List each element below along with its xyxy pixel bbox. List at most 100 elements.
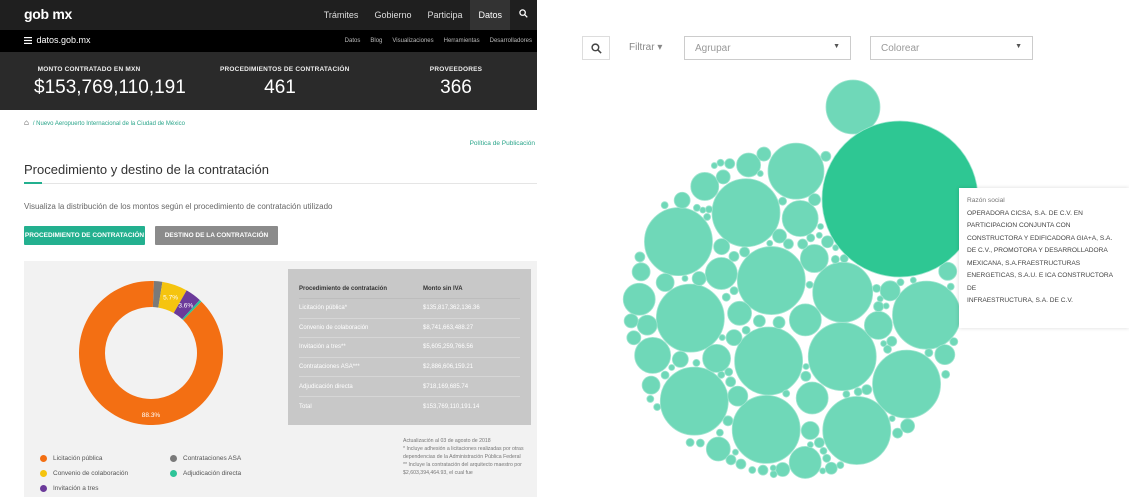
legend-item[interactable]: Licitación pública (40, 455, 103, 462)
subnav-desarrolladores[interactable]: Desarrolladores (485, 38, 537, 44)
nav-tramites[interactable]: Trámites (316, 0, 367, 30)
supplier-bubble[interactable] (721, 292, 731, 302)
supplier-bubble[interactable] (888, 415, 896, 422)
supplier-bubble[interactable] (949, 337, 959, 346)
supplier-bubble[interactable] (876, 295, 884, 303)
supplier-bubble[interactable] (732, 448, 739, 456)
filter-dropdown[interactable]: Filtrar ▾ (629, 42, 662, 53)
supplier-bubble[interactable] (693, 203, 701, 212)
supplier-bubble[interactable] (622, 282, 656, 316)
supplier-bubble[interactable] (716, 158, 725, 167)
supplier-bubble[interactable] (853, 387, 863, 397)
nav-participa[interactable]: Participa (419, 0, 470, 30)
hamburger-icon[interactable] (24, 35, 37, 45)
supplier-bubble[interactable] (756, 146, 772, 162)
supplier-bubble[interactable] (788, 446, 822, 479)
supplier-bubble[interactable] (802, 363, 810, 370)
subnav-visualizaciones[interactable]: Visualizaciones (387, 38, 438, 44)
supplier-bubble[interactable] (713, 238, 731, 255)
supplier-bubble[interactable] (727, 300, 752, 326)
nav-datos[interactable]: Datos (470, 0, 510, 30)
supplier-bubble[interactable] (731, 395, 801, 464)
legend-item[interactable]: Contrataciones ASA (170, 455, 241, 462)
supplier-bubble[interactable] (623, 313, 639, 329)
subnav-herramientas[interactable]: Herramientas (439, 38, 485, 44)
supplier-bubble[interactable] (735, 458, 747, 470)
supplier-bubble[interactable] (795, 381, 829, 415)
supplier-bubble[interactable] (824, 461, 838, 475)
supplier-bubble[interactable] (699, 206, 707, 214)
supplier-bubble[interactable] (946, 282, 955, 291)
supplier-bubble[interactable] (830, 254, 840, 264)
supplier-bubble[interactable] (782, 389, 791, 398)
supplier-bubble[interactable] (800, 421, 820, 440)
supplier-bubble[interactable] (725, 329, 743, 347)
supplier-bubble[interactable] (800, 370, 812, 382)
supplier-bubble[interactable] (644, 207, 713, 277)
supplier-bubble[interactable] (636, 314, 658, 336)
supplier-bubble[interactable] (924, 348, 934, 358)
supplier-bubble[interactable] (873, 301, 884, 312)
supplier-bubble[interactable] (748, 466, 757, 474)
supplier-bubble[interactable] (641, 375, 661, 395)
legend-item[interactable]: Convenio de colaboración (40, 470, 128, 477)
supplier-bubble[interactable] (704, 257, 738, 290)
nav-gobierno[interactable]: Gobierno (366, 0, 419, 30)
supplier-bubble[interactable] (660, 370, 670, 380)
supplier-bubble[interactable] (808, 193, 821, 207)
supplier-bubble[interactable] (757, 464, 769, 476)
supplier-bubble[interactable] (671, 350, 689, 368)
supplier-bubble[interactable] (727, 385, 749, 407)
supplier-bubble[interactable] (900, 418, 916, 434)
supplier-bubble[interactable] (692, 358, 701, 367)
supplier-bubble[interactable] (822, 396, 892, 465)
supplier-bubble[interactable] (934, 344, 956, 366)
supplier-bubble[interactable] (728, 250, 740, 262)
supplier-bubble[interactable] (722, 415, 734, 427)
supplier-bubble[interactable] (872, 284, 881, 293)
supplier-bubble[interactable] (806, 233, 816, 243)
datos-brand[interactable]: datos.gob.mx (24, 35, 91, 45)
supplier-bubble[interactable] (892, 427, 903, 439)
supplier-bubble[interactable] (896, 278, 905, 287)
supplier-bubble[interactable] (718, 334, 726, 341)
supplier-bubble[interactable] (681, 275, 689, 282)
supplier-bubble[interactable] (766, 239, 774, 247)
supplier-bubble[interactable] (836, 461, 845, 470)
supplier-bubble[interactable] (872, 349, 941, 419)
supplier-bubble[interactable] (819, 447, 828, 455)
procedimiento-button[interactable]: PROCEDIMIENTO DE CONTRATACIÓN (24, 226, 145, 245)
supplier-bubble[interactable] (705, 205, 713, 214)
supplier-bubble[interactable] (703, 213, 711, 221)
supplier-bubble[interactable] (702, 343, 731, 373)
breadcrumb-link[interactable]: / Nuevo Aeropuerto Internacional de la C… (33, 121, 185, 127)
group-select[interactable]: Agrupar ▼ (684, 36, 851, 60)
supplier-bubble[interactable] (783, 238, 794, 250)
supplier-bubble[interactable] (756, 170, 764, 177)
supplier-bubble[interactable] (655, 283, 725, 353)
supplier-bubble[interactable] (812, 261, 874, 323)
supplier-bubble[interactable] (646, 395, 655, 403)
supplier-bubble[interactable] (734, 326, 804, 396)
supplier-bubble[interactable] (668, 364, 676, 371)
supplier-bubble[interactable] (769, 464, 777, 472)
legend-item[interactable]: Adjudicación directa (170, 470, 241, 477)
search-button[interactable] (582, 36, 610, 60)
supplier-bubble[interactable] (880, 340, 888, 347)
supplier-bubble[interactable] (716, 428, 724, 437)
subnav-datos[interactable]: Datos (340, 38, 366, 44)
destino-button[interactable]: DESTINO DE LA CONTRATACIÓN (155, 226, 278, 245)
supplier-bubble[interactable] (813, 437, 825, 449)
supplier-bubble[interactable] (725, 376, 737, 388)
supplier-bubble[interactable] (673, 191, 691, 209)
supplier-bubble[interactable] (685, 438, 695, 447)
politica-link[interactable]: Política de Publicación (470, 140, 535, 147)
supplier-bubble[interactable] (882, 302, 890, 310)
gobmx-logo[interactable]: gob mx (24, 6, 72, 22)
supplier-bubble[interactable] (863, 310, 893, 340)
supplier-bubble[interactable] (769, 470, 778, 479)
supplier-bubble[interactable] (861, 384, 873, 396)
supplier-bubble[interactable] (806, 441, 814, 449)
home-icon[interactable]: ⌂ (24, 118, 29, 127)
supplier-bubble-highlighted[interactable] (821, 120, 979, 278)
